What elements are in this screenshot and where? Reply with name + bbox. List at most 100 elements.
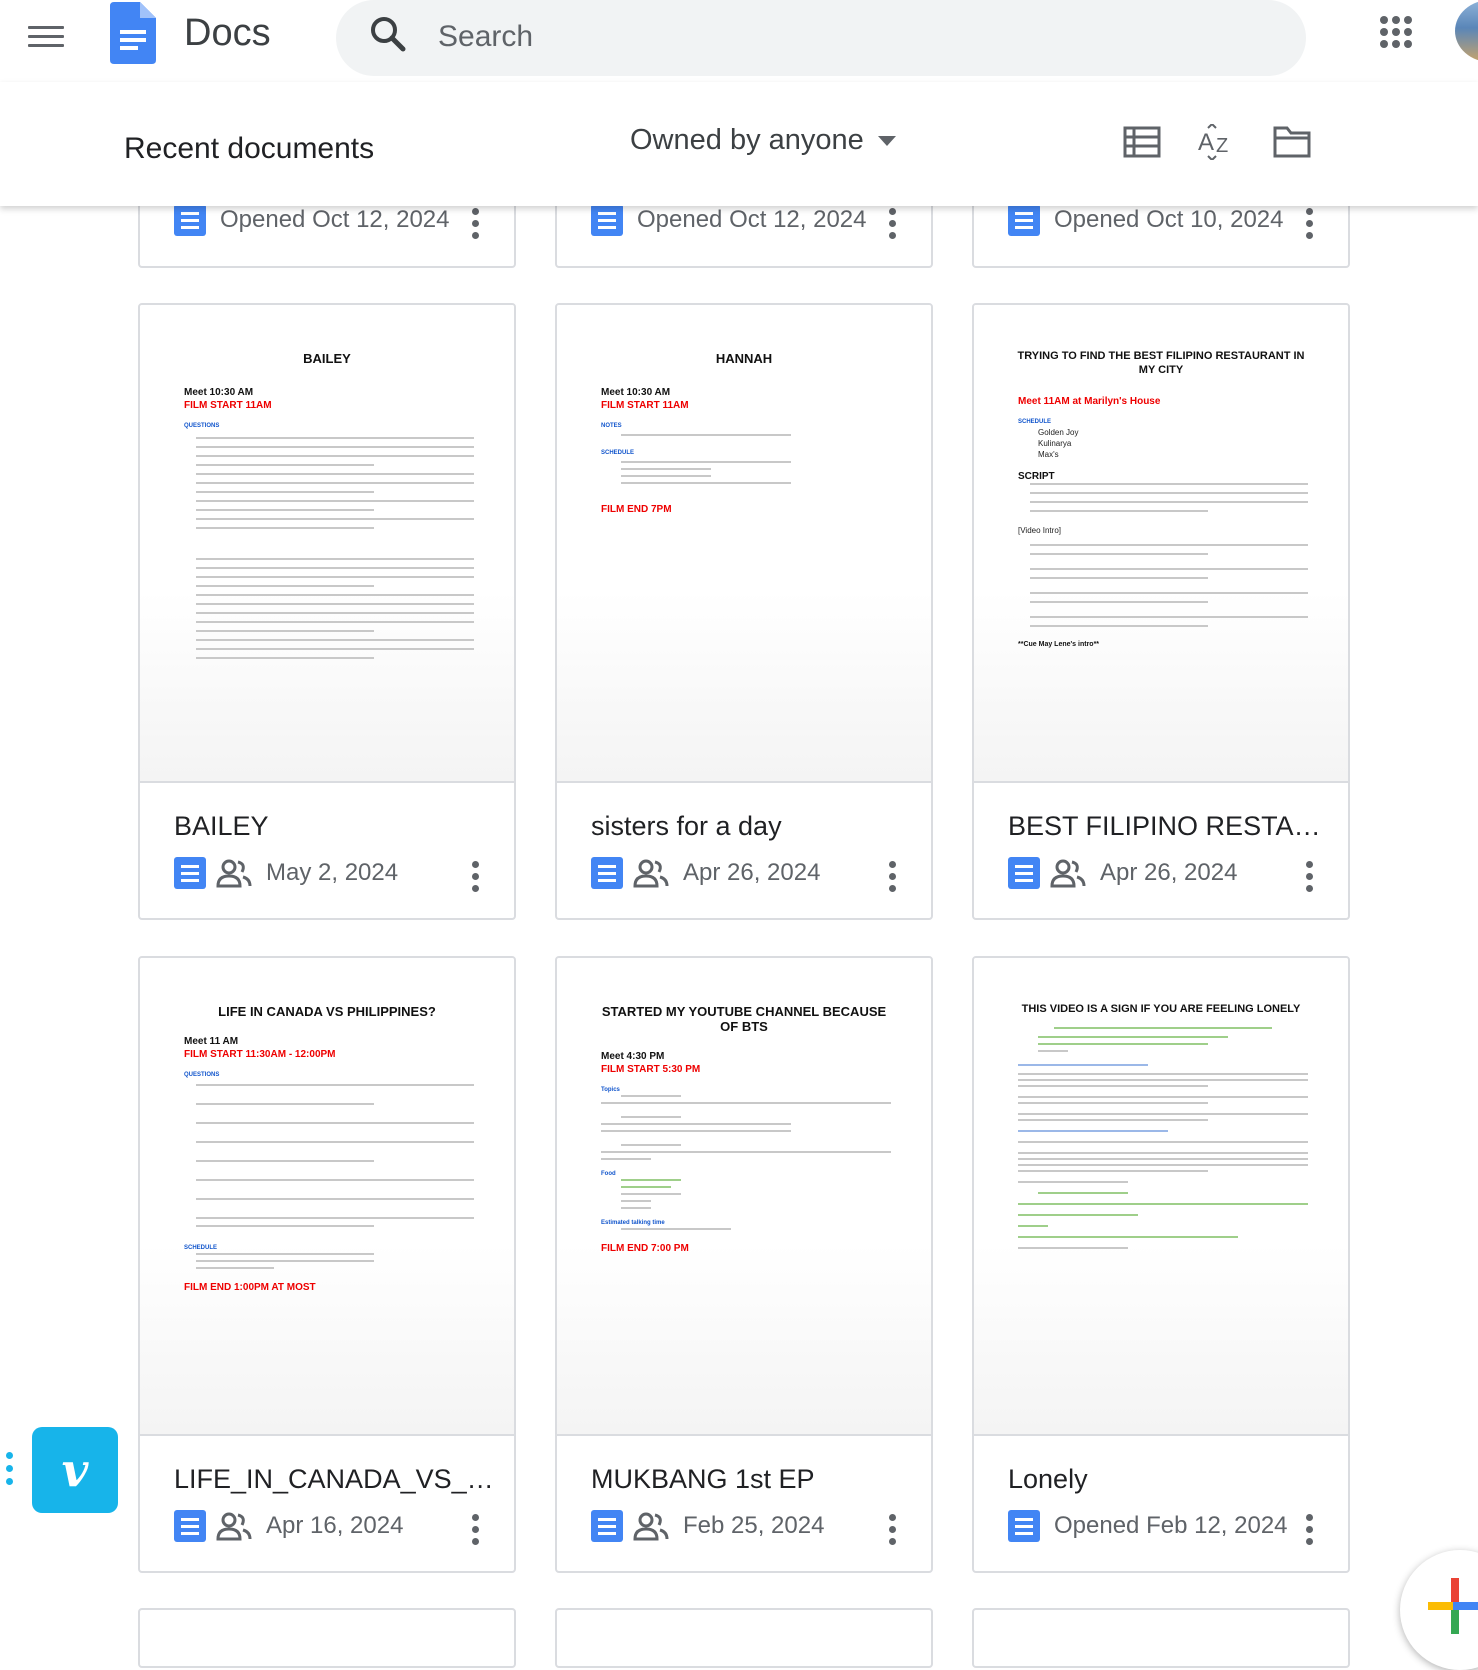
preview-cue: **Cue May Lene's intro**	[1018, 641, 1100, 648]
new-document-button[interactable]	[1400, 1550, 1478, 1670]
widget-drag-handle-icon[interactable]	[6, 1452, 14, 1492]
preview-notes: NOTES	[601, 423, 622, 429]
owner-filter-label: Owned by anyone	[630, 124, 864, 156]
vimeo-logo-icon: v	[61, 1443, 89, 1497]
preview-item: Kulinarya	[1038, 439, 1072, 448]
preview-film-start: FILM START 11:30AM - 12:00PM	[184, 1049, 336, 1060]
shared-people-icon	[633, 1512, 669, 1541]
shared-people-icon	[1050, 859, 1086, 888]
document-title[interactable]: MUKBANG 1st EP	[591, 1464, 911, 1495]
preview-intro: [Video Intro]	[1018, 526, 1061, 535]
document-card[interactable]: THIS VIDEO IS A SIGN IF YOU ARE FEELING …	[972, 956, 1350, 1573]
document-date: Opened Oct 12, 2024	[637, 206, 867, 233]
preview-heading: TRYING TO FIND THE BEST FILIPINO RESTAUR…	[1017, 350, 1305, 376]
caret-down-icon	[877, 135, 896, 146]
document-thumbnail[interactable]: BAILEY Meet 10:30 AM FILM START 11AM QUE…	[140, 305, 514, 783]
svg-text:Z: Z	[1216, 135, 1228, 157]
document-date: Opened Oct 12, 2024	[220, 206, 450, 233]
docs-file-icon	[1008, 204, 1040, 236]
preview-talking-time: Estimated talking time	[601, 1220, 665, 1226]
search-icon[interactable]	[368, 14, 408, 54]
folder-icon[interactable]	[1272, 124, 1312, 160]
preview-food: Food	[601, 1171, 616, 1177]
preview-item: Golden Joy	[1038, 428, 1079, 437]
document-thumbnail[interactable]: HANNAH Meet 10:30 AM FILM START 11AM NOT…	[557, 305, 931, 783]
preview-section: QUESTIONS	[184, 423, 220, 429]
docs-file-icon	[174, 204, 206, 236]
document-card[interactable]: STARTED MY YOUTUBE CHANNEL BECAUSE OF BT…	[555, 956, 933, 1573]
docs-file-icon	[591, 1510, 623, 1542]
shared-people-icon	[216, 859, 252, 888]
preview-section: QUESTIONS	[184, 1072, 220, 1078]
preview-schedule: SCHEDULE	[601, 450, 635, 456]
document-card[interactable]: BAILEY Meet 10:30 AM FILM START 11AM QUE…	[138, 303, 516, 920]
document-title[interactable]: sisters for a day	[591, 811, 911, 842]
preview-film-start: FILM START 5:30 PM	[601, 1064, 701, 1075]
document-card[interactable]	[555, 1608, 933, 1668]
vimeo-extension-button[interactable]: v	[32, 1427, 118, 1513]
more-options-icon[interactable]	[472, 208, 480, 240]
docs-file-icon	[591, 204, 623, 236]
preview-schedule: SCHEDULE	[1018, 419, 1052, 425]
preview-heading: STARTED MY YOUTUBE CHANNEL BECAUSE OF BT…	[601, 1004, 887, 1034]
document-date: Feb 25, 2024	[683, 1512, 825, 1539]
preview-heading: HANNAH	[715, 351, 773, 366]
sort-az-icon[interactable]: A Z	[1196, 124, 1236, 160]
svg-text:A: A	[1198, 129, 1214, 156]
preview-meet: Meet 11 AM	[184, 1036, 239, 1047]
list-header: Recent documents Owned by anyone A Z	[0, 82, 1478, 206]
search-bar[interactable]	[336, 0, 1306, 76]
app-title[interactable]: Docs	[184, 12, 271, 55]
preview-meet: Meet 10:30 AM	[184, 387, 254, 398]
google-apps-icon[interactable]	[1380, 16, 1412, 48]
document-card[interactable]	[972, 1608, 1350, 1668]
more-options-icon[interactable]	[889, 1514, 897, 1546]
preview-heading: THIS VIDEO IS A SIGN IF YOU ARE FEELING …	[1021, 1003, 1301, 1015]
document-date: Apr 26, 2024	[683, 859, 821, 886]
preview-film-end: FILM END 7:00 PM	[601, 1243, 689, 1254]
docs-file-icon	[591, 857, 623, 889]
document-thumbnail[interactable]: TRYING TO FIND THE BEST FILIPINO RESTAUR…	[974, 305, 1348, 783]
more-options-icon[interactable]	[472, 1514, 480, 1546]
document-date: Opened Feb 12, 2024	[1054, 1512, 1288, 1539]
more-options-icon[interactable]	[889, 861, 897, 893]
document-date: May 2, 2024	[266, 859, 399, 886]
document-date: Apr 26, 2024	[1100, 859, 1238, 886]
more-options-icon[interactable]	[1306, 1514, 1314, 1546]
preview-film-end: FILM END 1:00PM AT MOST	[184, 1282, 316, 1293]
account-avatar[interactable]	[1455, 0, 1478, 62]
preview-film-end: FILM END 7PM	[601, 504, 672, 515]
docs-logo-icon[interactable]	[108, 2, 158, 66]
section-title: Recent documents	[124, 132, 375, 165]
more-options-icon[interactable]	[472, 861, 480, 893]
document-title[interactable]: BAILEY	[174, 811, 494, 842]
document-thumbnail[interactable]: STARTED MY YOUTUBE CHANNEL BECAUSE OF BT…	[557, 958, 931, 1436]
app-bar: Docs	[0, 0, 1478, 82]
document-thumbnail[interactable]: THIS VIDEO IS A SIGN IF YOU ARE FEELING …	[974, 958, 1348, 1436]
document-card[interactable]: HANNAH Meet 10:30 AM FILM START 11AM NOT…	[555, 303, 933, 920]
more-options-icon[interactable]	[1306, 861, 1314, 893]
preview-heading: LIFE IN CANADA VS PHILIPPINES?	[218, 1004, 436, 1019]
list-view-icon[interactable]	[1122, 124, 1162, 160]
document-title[interactable]: BEST FILIPINO RESTAUR...	[1008, 811, 1328, 842]
preview-film-start: FILM START 11AM	[601, 400, 689, 411]
more-options-icon[interactable]	[1306, 208, 1314, 240]
preview-film-start: FILM START 11AM	[184, 400, 272, 411]
document-title[interactable]: LIFE_IN_CANADA_VS_PHI...	[174, 1464, 494, 1495]
preview-script: SCRIPT	[1018, 471, 1055, 482]
docs-file-icon	[174, 1510, 206, 1542]
document-card[interactable]: LIFE IN CANADA VS PHILIPPINES? Meet 11 A…	[138, 956, 516, 1573]
document-card[interactable]: TRYING TO FIND THE BEST FILIPINO RESTAUR…	[972, 303, 1350, 920]
document-title[interactable]: Lonely	[1008, 1464, 1328, 1495]
owner-filter-dropdown[interactable]: Owned by anyone	[630, 124, 896, 157]
main-menu-button[interactable]	[28, 20, 64, 48]
shared-people-icon	[216, 1512, 252, 1541]
document-card[interactable]	[138, 1608, 516, 1668]
preview-topics: Topics	[601, 1087, 620, 1093]
document-thumbnail[interactable]: LIFE IN CANADA VS PHILIPPINES? Meet 11 A…	[140, 958, 514, 1436]
preview-meet: Meet 11AM at Marilyn's House	[1018, 396, 1161, 407]
search-input[interactable]	[436, 16, 1260, 58]
more-options-icon[interactable]	[889, 208, 897, 240]
preview-schedule: SCHEDULE	[184, 1245, 218, 1251]
shared-people-icon	[633, 859, 669, 888]
